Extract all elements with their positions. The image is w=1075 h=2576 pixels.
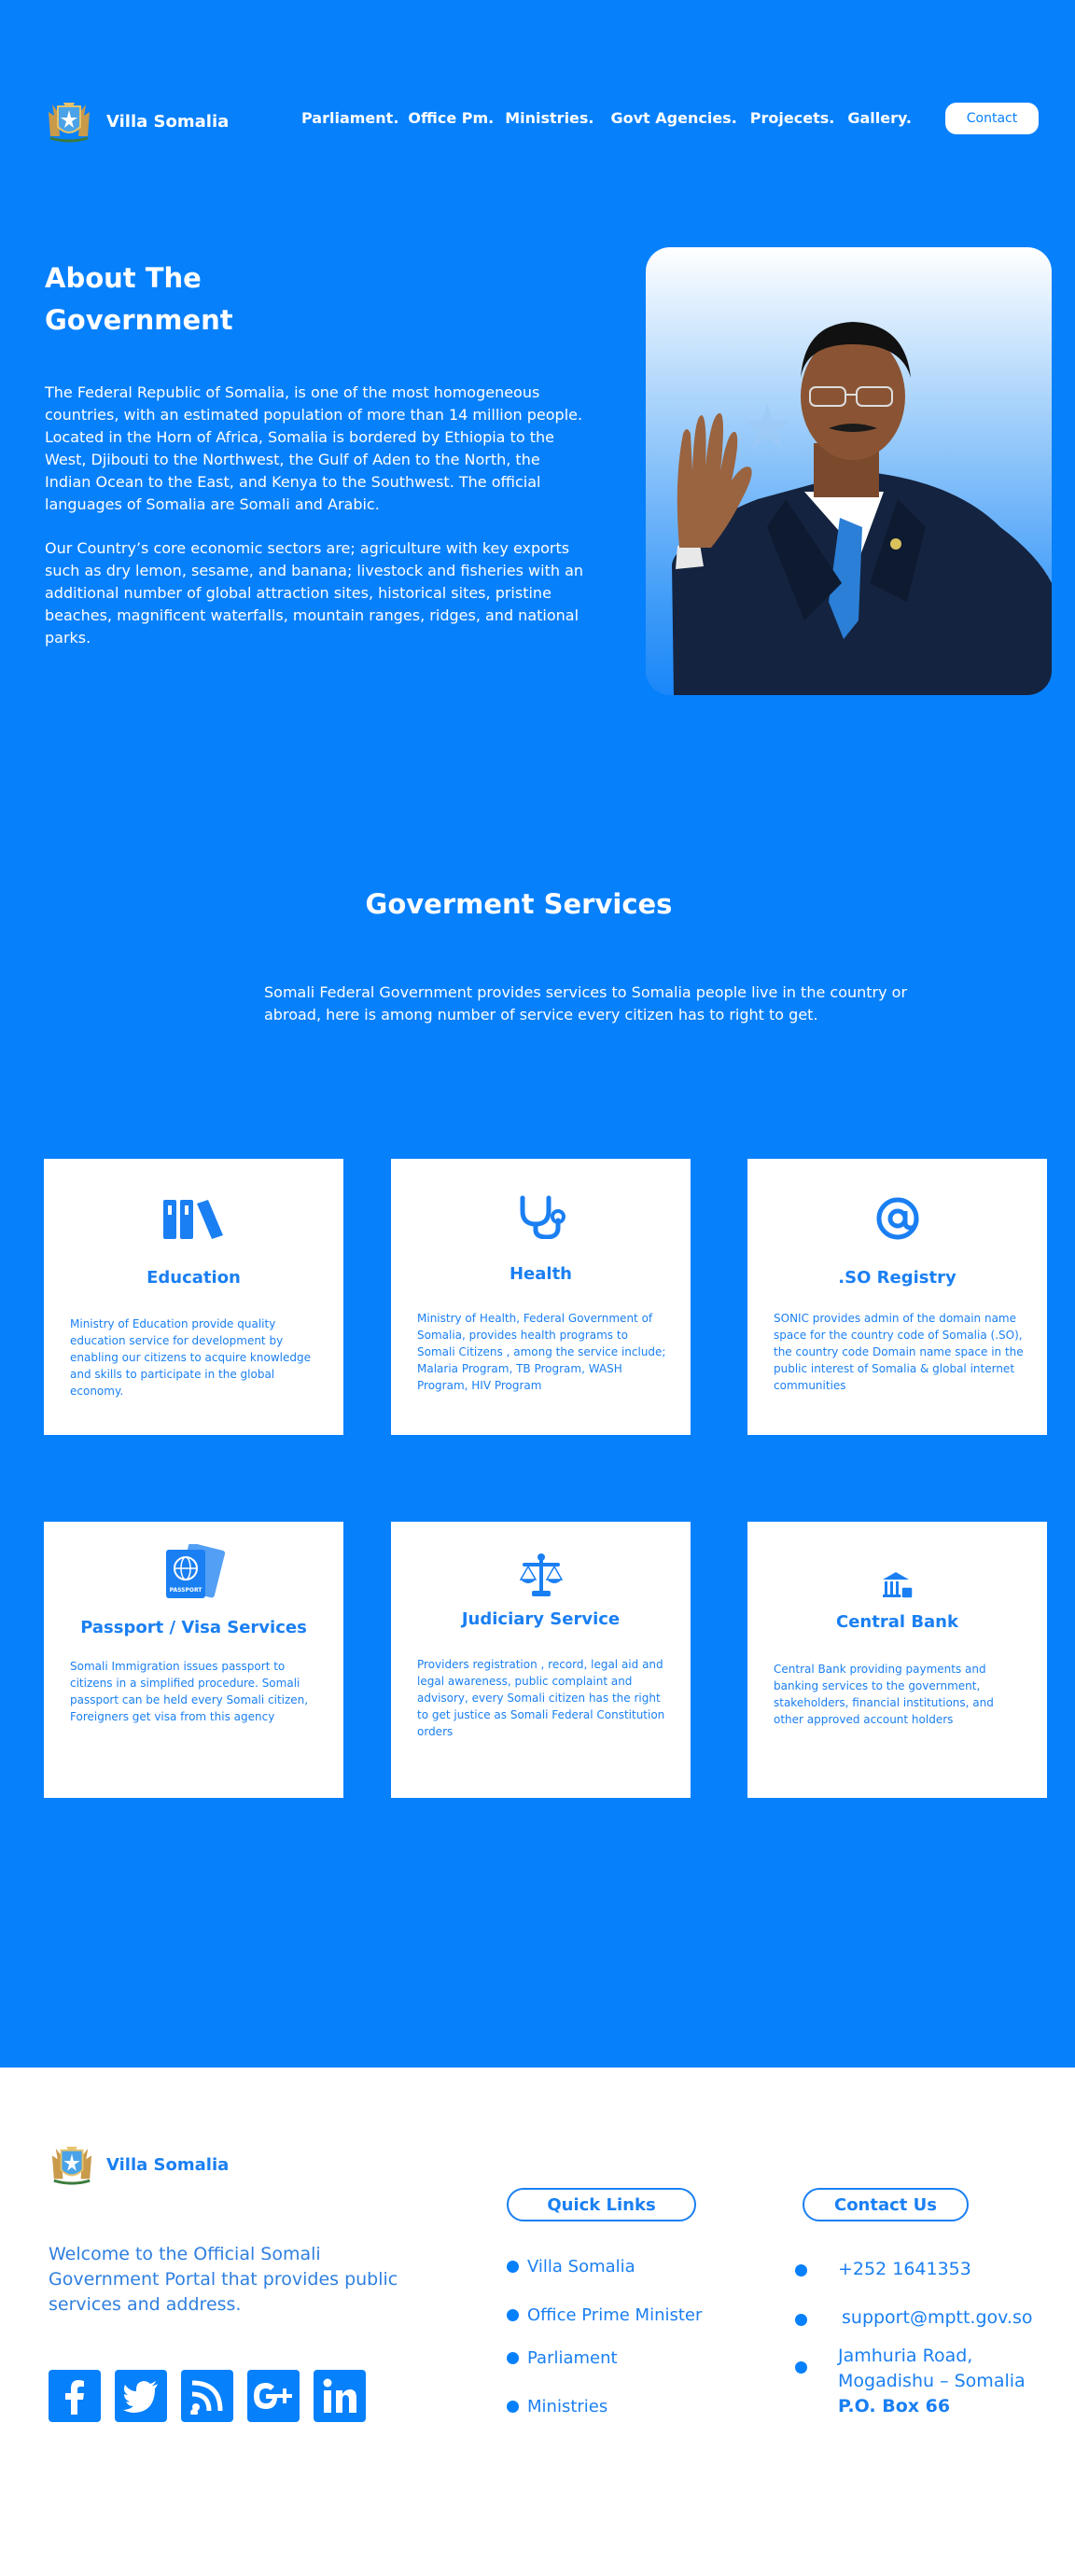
about-paragraph-2: Our Country’s core economic sectors are;… [45,539,584,647]
services-title: Goverment Services [365,888,673,920]
bullet-dot [507,2309,519,2321]
service-card-title: Judiciary Service [461,1609,621,1629]
quick-link-label: Parliament [527,2348,618,2368]
at-icon [747,1196,1047,1241]
nav-link-ministries[interactable]: Ministries. [505,109,593,127]
contact-phone[interactable]: +252 1641353 [838,2257,971,2282]
quick-link-parliament[interactable]: Parliament [507,2348,618,2368]
nav-link-govt-agencies[interactable]: Govt Agencies. [611,109,737,127]
stethoscope-icon [391,1194,691,1239]
bullet-dot [795,2314,807,2326]
rss-icon[interactable] [181,2370,233,2422]
books-icon [44,1196,343,1241]
nav-link-gallery[interactable]: Gallery. [847,109,912,127]
service-card-education[interactable]: Education Ministry of Education provide … [44,1159,343,1435]
service-card-so-registry[interactable]: .SO Registry SONIC provides admin of the… [747,1159,1047,1435]
quick-link-villa-somalia[interactable]: Villa Somalia [507,2257,635,2277]
svg-text:PASSPORT: PASSPORT [169,1587,202,1594]
bank-icon [747,1570,1047,1602]
bullet-dot [507,2401,519,2413]
president-photo [646,247,1052,695]
facebook-icon[interactable] [49,2370,101,2422]
footer-welcome-text: Welcome to the Official Somali Governmen… [49,2244,398,2315]
main-nav: Parliament. Office Pm. Ministries. Govt … [301,109,912,127]
service-card-title: Passport / Visa Services [80,1618,307,1637]
site-logo[interactable]: Villa Somalia [45,99,229,144]
twitter-icon[interactable] [115,2370,167,2422]
nav-link-parliament[interactable]: Parliament. [301,109,398,127]
nav-link-office-pm[interactable]: Office Pm. [408,109,494,127]
service-card-text: Providers registration , record, legal a… [417,1658,665,1738]
service-card-text: SONIC provides admin of the domain name … [774,1312,1024,1392]
quick-link-label: Ministries [527,2397,608,2416]
footer-brand-name: Villa Somalia [106,2154,230,2175]
service-card-title: .SO Registry [838,1268,956,1288]
coat-of-arms-icon [51,2146,92,2185]
service-card-title: Central Bank [836,1612,958,1632]
service-card-text: Ministry of Health, Federal Government o… [417,1312,666,1392]
google-plus-icon[interactable] [247,2370,300,2422]
coat-of-arms-icon [49,103,90,143]
about-title: About The Government [45,262,233,336]
hero-section: Villa Somalia Parliament. Office Pm. Min… [0,0,1075,2068]
services-subtitle: Somali Federal Government provides servi… [264,983,908,1023]
about-paragraph-1: The Federal Republic of Somalia, is one … [45,383,583,513]
social-links [49,2370,366,2422]
brand-name: Villa Somalia [106,111,230,132]
service-card-judiciary[interactable]: Judiciary Service Providers registration… [391,1522,691,1798]
service-card-title: Health [509,1264,572,1284]
contact-button[interactable]: Contact [945,103,1039,134]
quick-link-label: Villa Somalia [527,2257,635,2277]
nav-link-projects[interactable]: Projecets. [750,109,835,127]
bullet-dot [795,2361,807,2374]
bullet-dot [507,2352,519,2364]
service-card-text: Ministry of Education provide quality ed… [70,1317,311,1398]
service-card-text: Central Bank providing payments and bank… [774,1663,994,1726]
bullet-dot [795,2264,807,2277]
contact-email[interactable]: support@mptt.gov.so [842,2305,1032,2331]
passport-icon: PASSPORT [44,1544,343,1600]
service-card-health[interactable]: Health Ministry of Health, Federal Gover… [391,1159,691,1435]
service-card-passport[interactable]: PASSPORT Passport / Visa Services Somali… [44,1522,343,1798]
service-card-text: Somali Immigration issues passport to ci… [70,1660,309,1723]
quick-link-office-prime-minister[interactable]: Office Prime Minister [507,2305,702,2325]
quick-links-heading: Quick Links [507,2188,696,2221]
scales-icon [391,1552,691,1598]
bullet-dot [507,2261,519,2273]
service-card-title: Education [147,1268,241,1288]
contact-address: Jamhuria Road, Mogadishu – Somalia P.O. … [838,2344,1026,2419]
quick-link-label: Office Prime Minister [527,2305,703,2325]
address-line-2: Mogadishu – Somalia [838,2371,1026,2391]
address-line-3: P.O. Box 66 [838,2396,951,2416]
quick-link-ministries[interactable]: Ministries [507,2397,607,2416]
service-card-central-bank[interactable]: Central Bank Central Bank providing paym… [747,1522,1047,1798]
footer-logo[interactable]: Villa Somalia [49,2143,229,2186]
contact-us-heading: Contact Us [803,2188,969,2221]
address-line-1: Jamhuria Road, [838,2346,973,2366]
linkedin-icon[interactable] [314,2370,366,2422]
